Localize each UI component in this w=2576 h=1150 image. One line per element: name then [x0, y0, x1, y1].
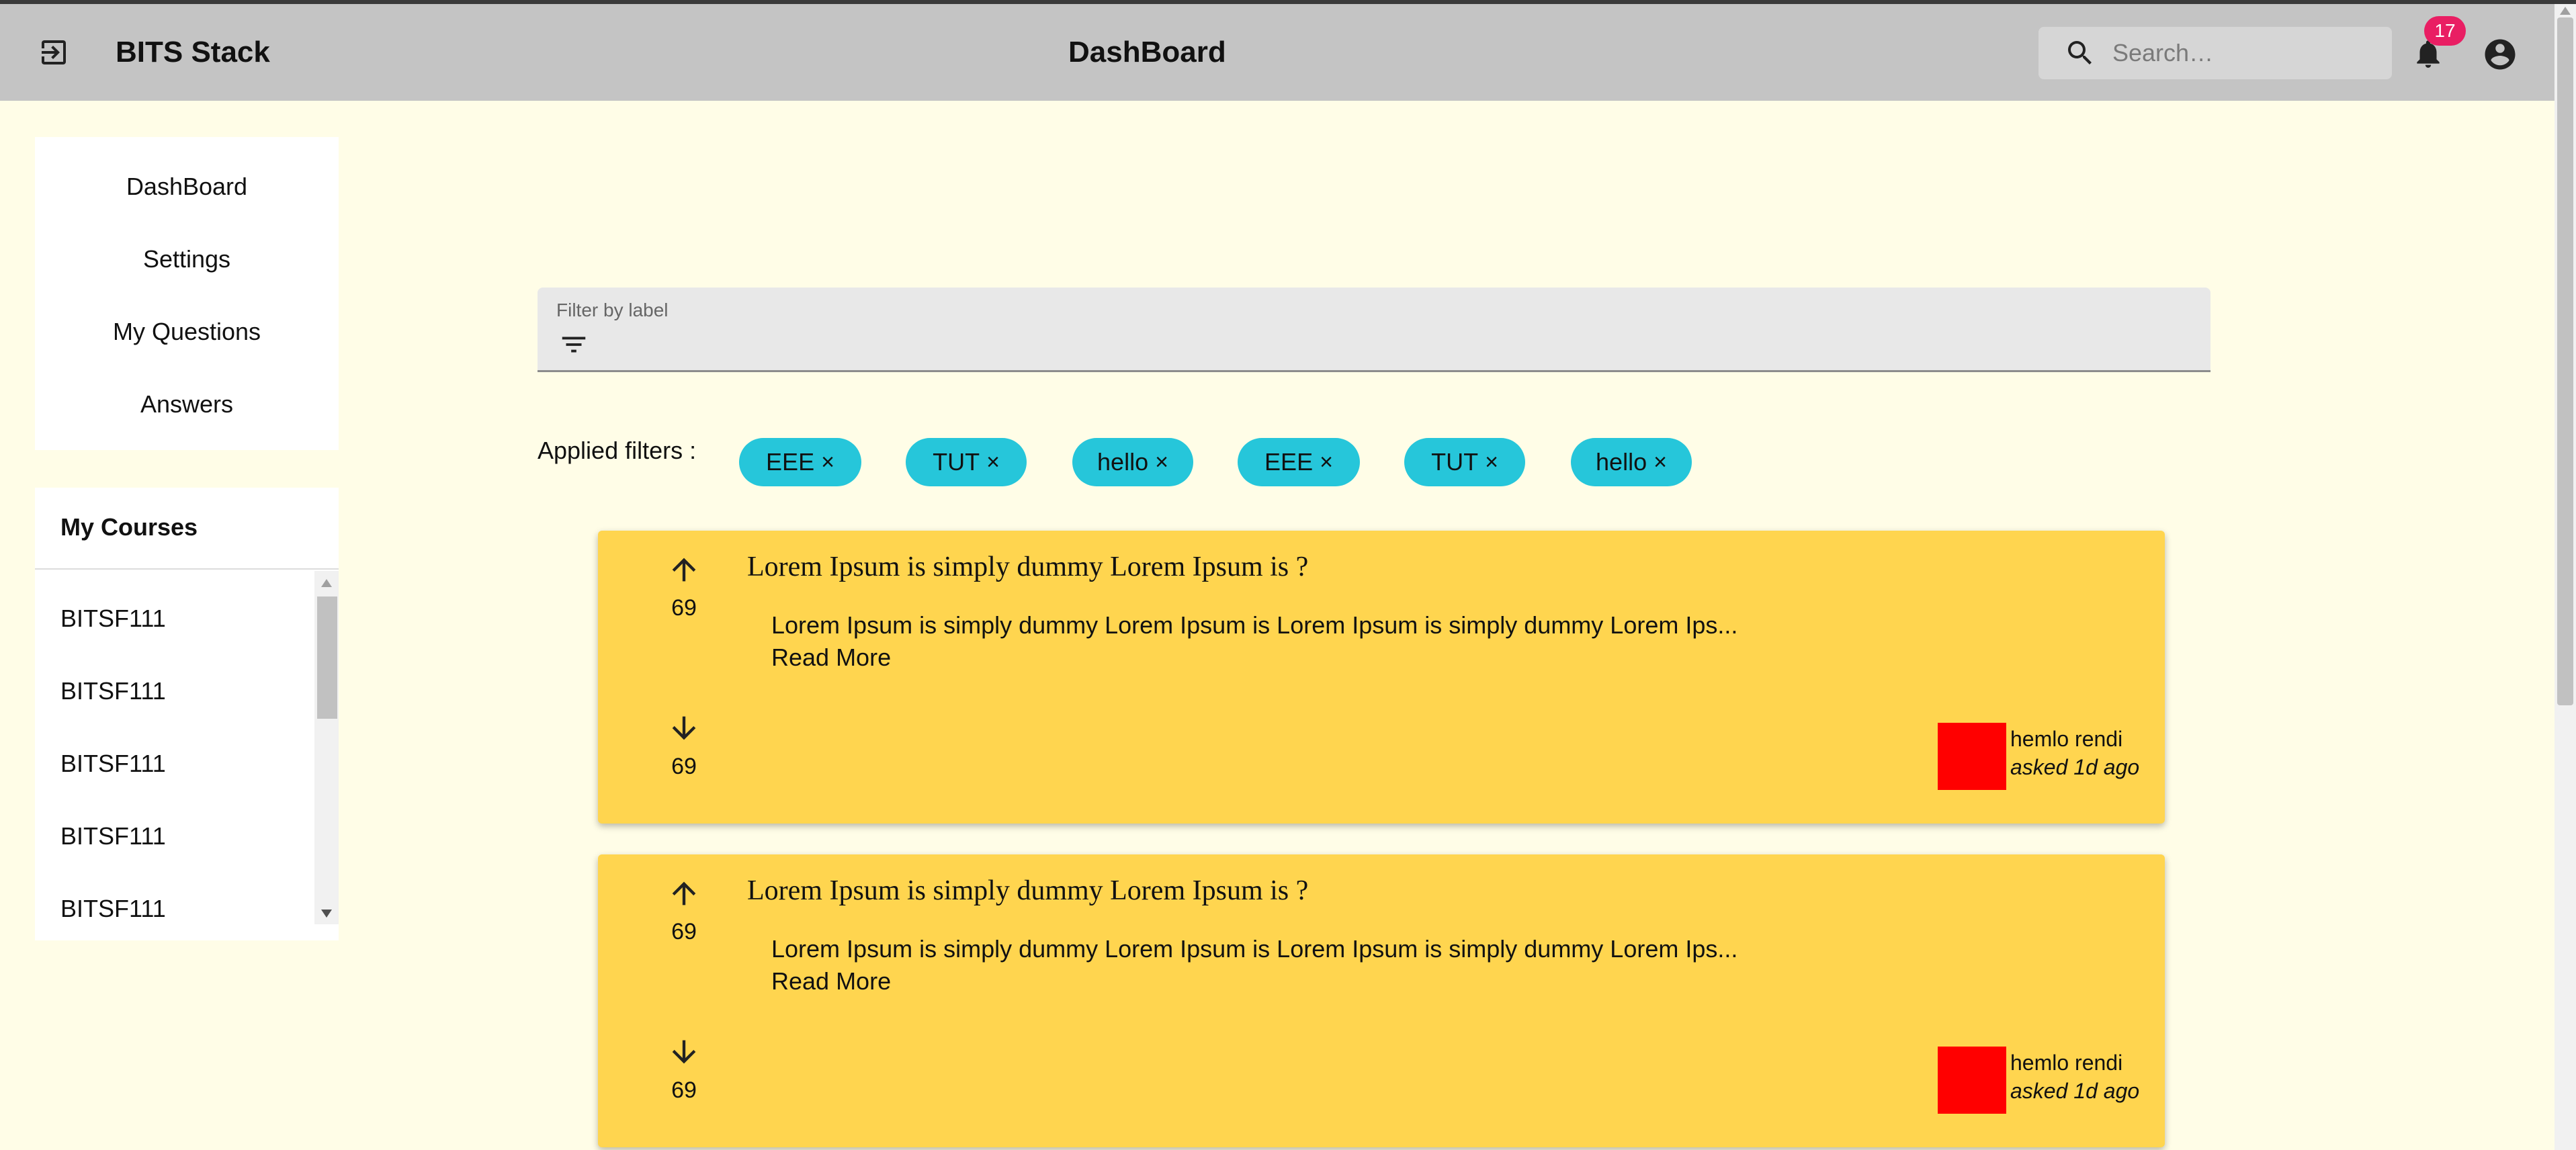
logout-icon	[42, 40, 66, 64]
courses-scroll-up-arrow[interactable]	[321, 579, 332, 587]
course-item[interactable]: BITSF111	[60, 750, 166, 778]
sidebar-item-settings[interactable]: Settings	[35, 235, 339, 283]
chip-label: EEE	[1264, 448, 1314, 476]
course-item[interactable]: BITSF111	[60, 822, 166, 850]
course-item[interactable]: BITSF111	[60, 677, 166, 705]
question-title[interactable]: Lorem Ipsum is simply dummy Lorem Ipsum …	[747, 875, 1308, 907]
my-courses-title: My Courses	[60, 513, 198, 541]
logout-button[interactable]	[35, 34, 73, 71]
account-button[interactable]	[2481, 35, 2520, 74]
sidebar-item-answers[interactable]: Answers	[35, 380, 339, 429]
chip-label: TUT	[933, 448, 980, 476]
filter-chip[interactable]: hello ×	[1571, 438, 1692, 486]
filter-chip[interactable]: TUT ×	[906, 438, 1027, 486]
avatar[interactable]	[1938, 723, 2006, 790]
arrow-up-icon	[672, 558, 696, 582]
arrow-up-icon	[672, 881, 696, 905]
divider	[35, 568, 339, 570]
asked-timestamp: asked 1d ago	[2010, 755, 2140, 779]
search-box	[2038, 27, 2392, 79]
filter-by-label-field[interactable]: Filter by label	[538, 288, 2210, 372]
question-excerpt: Lorem Ipsum is simply dummy Lorem Ipsum …	[771, 935, 1738, 963]
chip-label: EEE	[766, 448, 815, 476]
sidebar-item-dashboard[interactable]: DashBoard	[35, 163, 339, 211]
upvote-count: 69	[671, 595, 697, 621]
asked-timestamp: asked 1d ago	[2010, 1079, 2140, 1103]
chip-close-icon[interactable]: ×	[1320, 449, 1333, 476]
chip-close-icon[interactable]: ×	[1654, 449, 1667, 476]
avatar[interactable]	[1938, 1047, 2006, 1114]
downvote-button[interactable]	[665, 1033, 703, 1071]
notification-count-badge: 17	[2424, 16, 2466, 46]
sidebar-item-my-questions[interactable]: My Questions	[35, 308, 339, 356]
downvote-count: 69	[671, 1077, 697, 1103]
chip-label: TUT	[1431, 448, 1479, 476]
sidebar-nav: DashBoard Settings My Questions Answers	[35, 137, 339, 450]
upvote-button[interactable]	[665, 551, 703, 588]
chip-label: hello	[1097, 448, 1149, 476]
my-courses-panel: My Courses BITSF111 BITSF111 BITSF111 BI…	[35, 488, 339, 940]
arrow-down-icon	[672, 716, 696, 740]
page-scroll-up-arrow[interactable]	[2560, 7, 2571, 15]
chip-close-icon[interactable]: ×	[1485, 449, 1498, 476]
author-name[interactable]: hemlo rendi	[2010, 1051, 2122, 1075]
courses-list: BITSF111 BITSF111 BITSF111 BITSF111 BITS…	[35, 571, 314, 924]
account-circle-icon	[2485, 39, 2516, 70]
chip-close-icon[interactable]: ×	[1155, 449, 1168, 476]
courses-scroll-down-arrow[interactable]	[321, 910, 332, 918]
filter-field-label: Filter by label	[556, 300, 669, 320]
courses-scroll-thumb[interactable]	[317, 596, 337, 719]
chip-label: hello	[1596, 448, 1647, 476]
course-item[interactable]: BITSF111	[60, 895, 166, 923]
question-card[interactable]: 69 69 Lorem Ipsum is simply dummy Lorem …	[598, 854, 2165, 1147]
question-title[interactable]: Lorem Ipsum is simply dummy Lorem Ipsum …	[747, 551, 1308, 583]
page-title: DashBoard	[1068, 36, 1226, 69]
search-icon	[2061, 34, 2099, 72]
chip-close-icon[interactable]: ×	[986, 449, 1000, 476]
page-scroll-thumb[interactable]	[2557, 17, 2573, 705]
upvote-count: 69	[671, 919, 697, 944]
downvote-button[interactable]	[665, 709, 703, 747]
read-more-link[interactable]: Read More	[771, 967, 891, 996]
upvote-button[interactable]	[665, 875, 703, 912]
brand-name: BITS Stack	[116, 36, 270, 69]
arrow-down-icon	[672, 1040, 696, 1064]
course-item[interactable]: BITSF111	[60, 605, 166, 633]
filter-chip[interactable]: TUT ×	[1404, 438, 1525, 486]
downvote-count: 69	[671, 754, 697, 779]
applied-filters-label: Applied filters :	[538, 437, 697, 464]
search-input[interactable]	[2112, 39, 2381, 67]
chip-close-icon[interactable]: ×	[821, 449, 834, 476]
author-name[interactable]: hemlo rendi	[2010, 727, 2122, 752]
app-bar: BITS Stack DashBoard	[0, 4, 2554, 101]
filter-chip[interactable]: EEE ×	[1238, 438, 1360, 486]
question-card[interactable]: 69 69 Lorem Ipsum is simply dummy Lorem …	[598, 531, 2165, 824]
filter-list-icon[interactable]	[556, 329, 591, 360]
question-excerpt: Lorem Ipsum is simply dummy Lorem Ipsum …	[771, 611, 1738, 639]
filter-chip[interactable]: hello ×	[1072, 438, 1193, 486]
read-more-link[interactable]: Read More	[771, 644, 891, 672]
filter-chip[interactable]: EEE ×	[739, 438, 861, 486]
